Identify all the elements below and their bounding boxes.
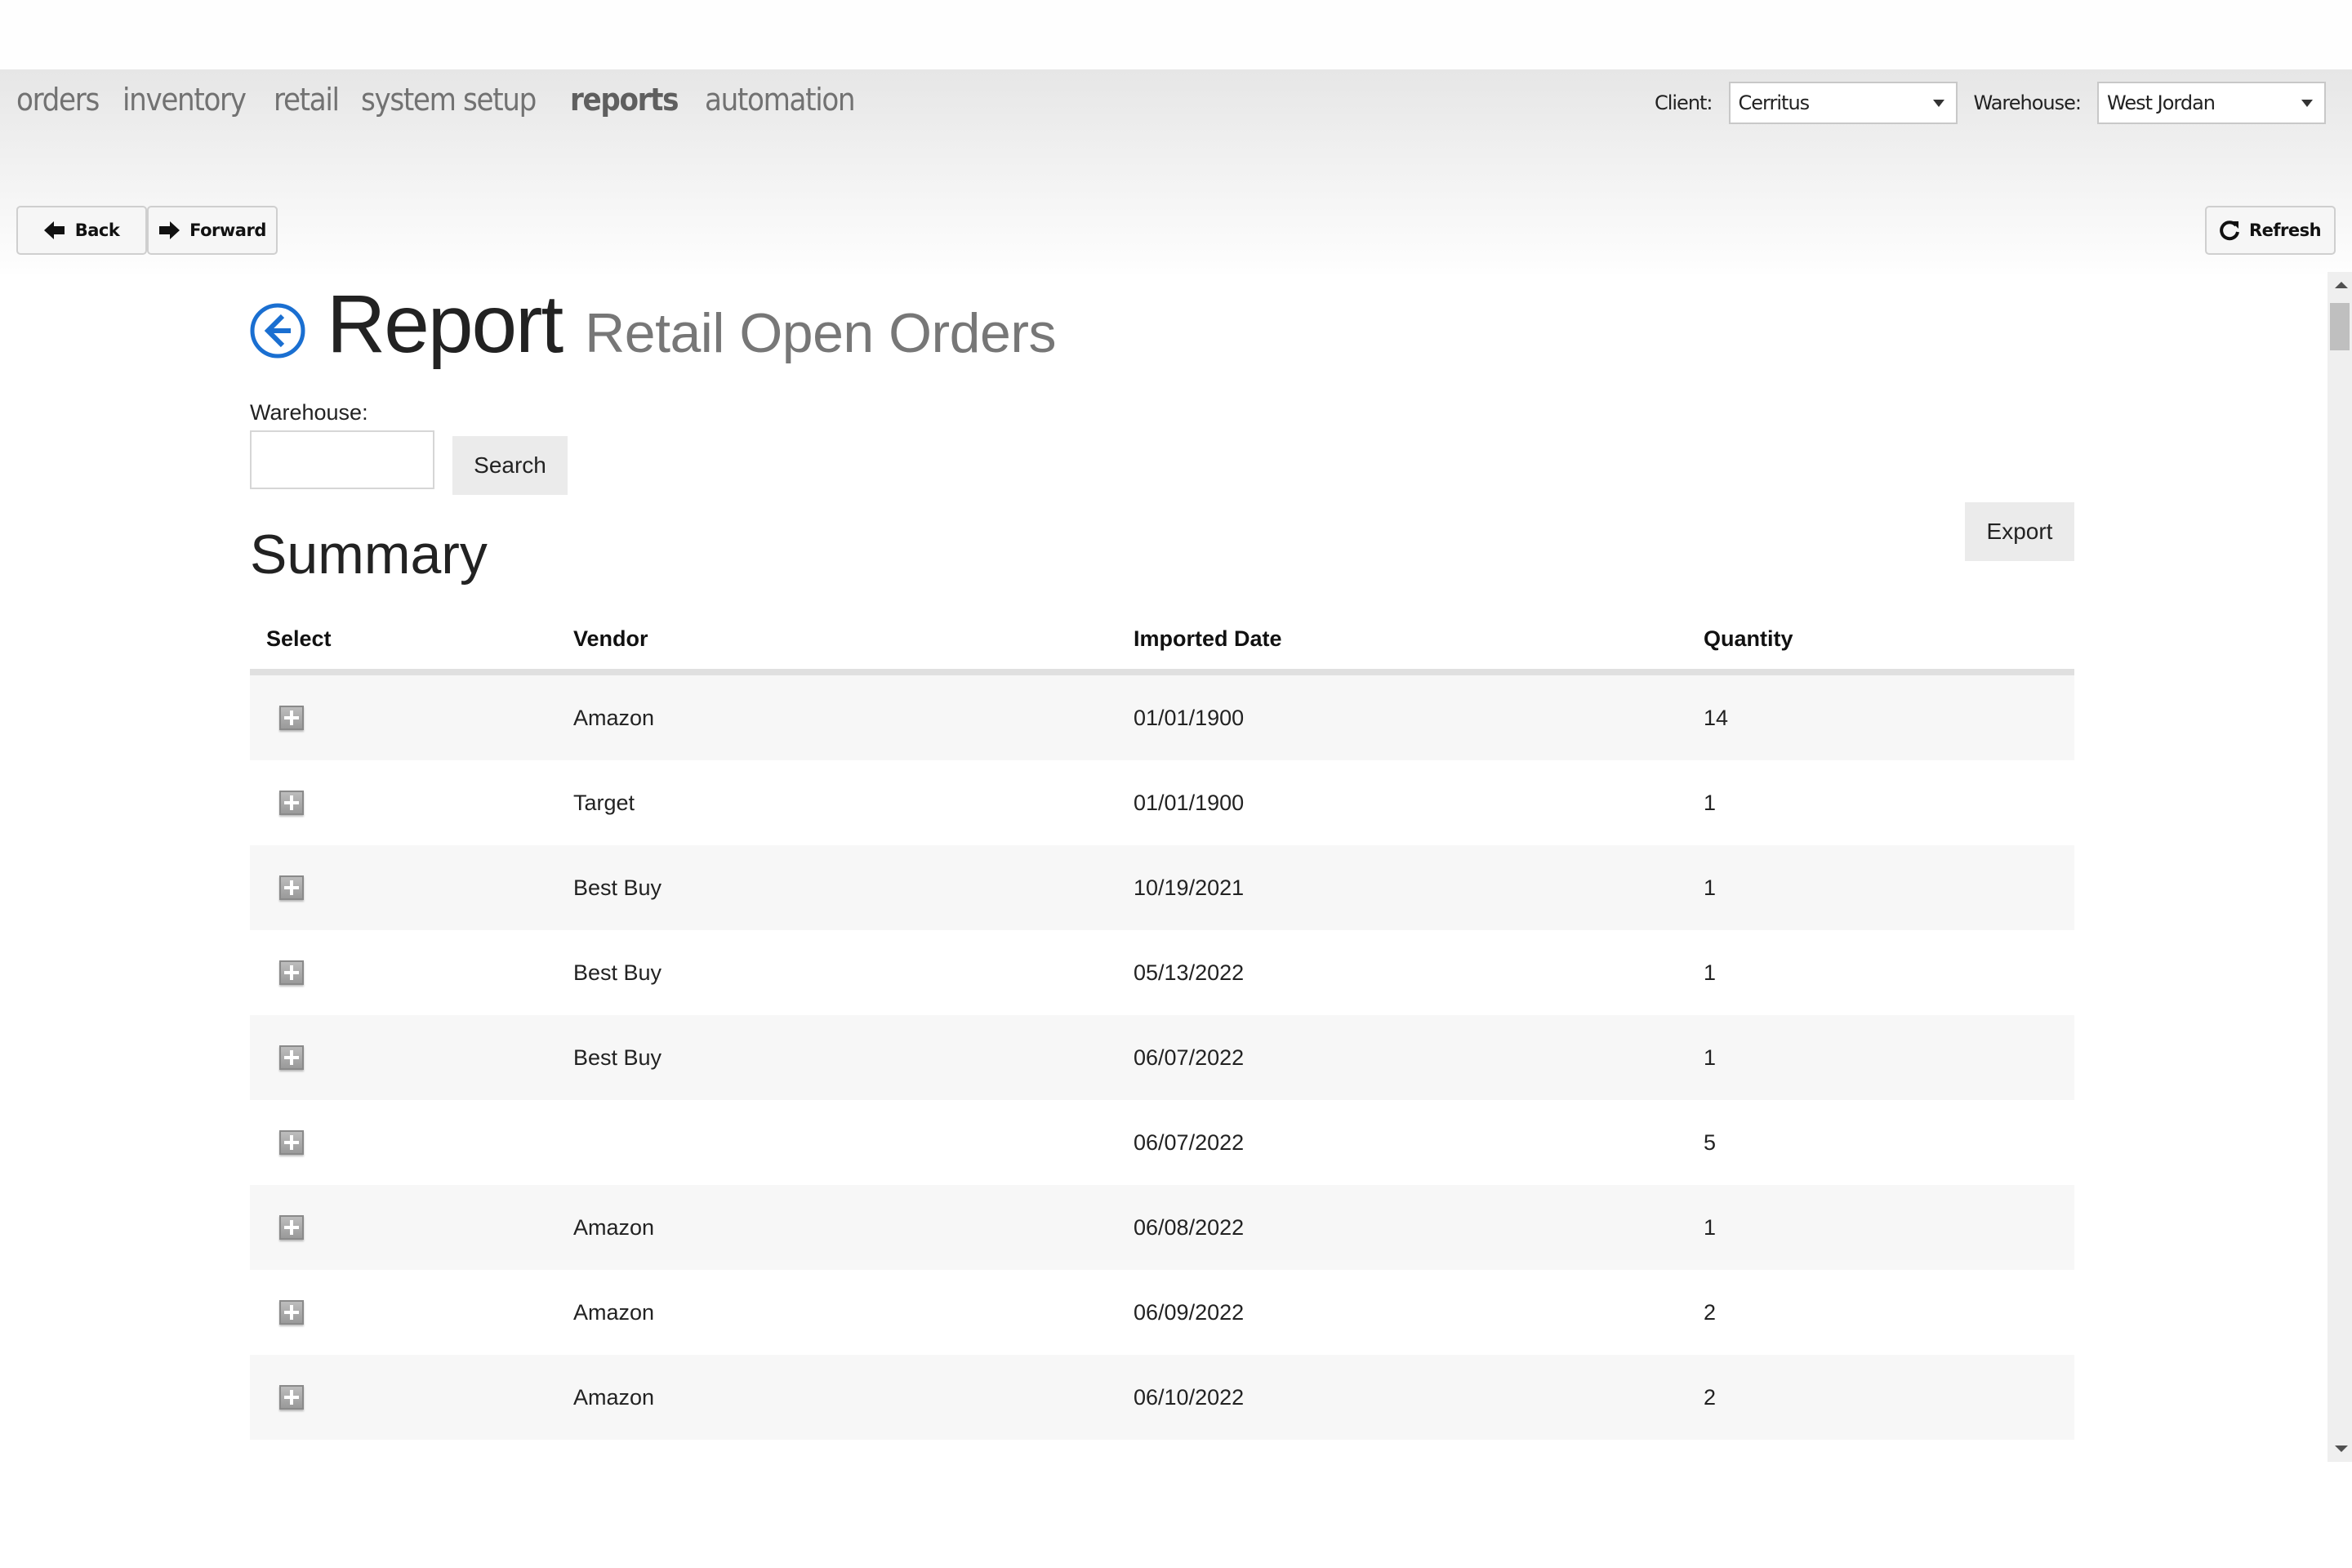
arrow-left-icon — [43, 220, 65, 240]
table-row: Amazon 06/10/2022 2 — [250, 1355, 2074, 1440]
summary-table: Select Vendor Imported Date Quantity Ama… — [250, 608, 2074, 1440]
main-nav: orders inventory retail system setup rep… — [16, 82, 856, 118]
vendor-cell: Amazon — [573, 1299, 655, 1325]
quantity-cell: 1 — [1704, 960, 1717, 985]
imported-date-cell: 06/10/2022 — [1134, 1384, 1245, 1410]
nav-item-system-setup[interactable]: system setup — [361, 82, 537, 118]
chevron-down-icon — [2301, 100, 2313, 107]
column-header-quantity: Quantity — [1704, 626, 1793, 651]
expand-row-icon[interactable] — [279, 1130, 304, 1155]
imported-date-cell: 06/08/2022 — [1134, 1214, 1245, 1240]
arrow-right-icon — [158, 220, 180, 240]
chevron-down-icon — [1932, 100, 1944, 107]
vendor-cell: Best Buy — [573, 960, 662, 985]
table-header: Select Vendor Imported Date Quantity — [250, 608, 2074, 675]
warehouse-select[interactable]: West Jordan — [2097, 82, 2326, 124]
table-row: Amazon 06/09/2022 2 — [250, 1270, 2074, 1355]
forward-button[interactable]: Forward — [147, 206, 278, 255]
expand-row-icon[interactable] — [279, 1045, 304, 1070]
column-header-imported-date: Imported Date — [1134, 626, 1282, 651]
quantity-cell: 14 — [1704, 705, 1729, 730]
column-header-vendor: Vendor — [573, 626, 648, 651]
quantity-cell: 2 — [1704, 1299, 1717, 1325]
expand-row-icon[interactable] — [279, 1215, 304, 1240]
vendor-cell: Best Buy — [573, 1045, 662, 1070]
top-band — [0, 0, 2352, 69]
quantity-cell: 1 — [1704, 1045, 1717, 1070]
warehouse-filter-input[interactable] — [250, 430, 434, 489]
imported-date-cell: 06/07/2022 — [1134, 1129, 1245, 1155]
page-subtitle: Retail Open Orders — [585, 302, 1056, 364]
vendor-cell: Amazon — [573, 1214, 655, 1240]
scroll-down-arrow-icon[interactable] — [2335, 1446, 2348, 1452]
refresh-label: Refresh — [2248, 220, 2322, 240]
table-row: Best Buy 05/13/2022 1 — [250, 930, 2074, 1015]
search-button[interactable]: Search — [452, 436, 568, 495]
expand-row-icon[interactable] — [279, 1300, 304, 1325]
page-title: Report — [327, 278, 564, 370]
section-title: Summary — [250, 523, 488, 586]
vendor-cell: Amazon — [573, 705, 655, 730]
table-row: Best Buy 06/07/2022 1 — [250, 1015, 2074, 1100]
expand-row-icon[interactable] — [279, 791, 304, 815]
client-label: Client: — [1654, 91, 1713, 114]
export-button[interactable]: Export — [1965, 502, 2074, 561]
table-row: Target 01/01/1900 1 — [250, 760, 2074, 845]
vendor-cell: Target — [573, 790, 635, 815]
quantity-cell: 2 — [1704, 1384, 1717, 1410]
expand-row-icon[interactable] — [279, 960, 304, 985]
circle-arrow-left-icon[interactable] — [250, 303, 305, 359]
back-button[interactable]: Back — [16, 206, 147, 255]
vendor-cell: Amazon — [573, 1384, 655, 1410]
table-row: Amazon 06/08/2022 1 — [250, 1185, 2074, 1270]
context-selectors: Client: Cerritus Warehouse: West Jordan — [1655, 82, 2326, 124]
scrollbar-thumb[interactable] — [2330, 303, 2350, 350]
quantity-cell: 1 — [1704, 1214, 1717, 1240]
column-header-select: Select — [266, 626, 332, 651]
nav-item-reports[interactable]: reports — [570, 82, 679, 118]
vendor-cell: Best Buy — [573, 875, 662, 900]
warehouse-select-value: West Jordan — [2107, 91, 2216, 114]
vertical-scrollbar[interactable] — [2328, 272, 2352, 1462]
imported-date-cell: 01/01/1900 — [1134, 790, 1245, 815]
page-title-row: Report Retail Open Orders — [250, 278, 1056, 372]
warehouse-label: Warehouse: — [1973, 91, 2082, 114]
client-select[interactable]: Cerritus — [1728, 82, 1958, 124]
expand-row-icon[interactable] — [279, 706, 304, 730]
table-row: 06/07/2022 5 — [250, 1100, 2074, 1185]
quantity-cell: 1 — [1704, 875, 1717, 900]
expand-row-icon[interactable] — [279, 1385, 304, 1410]
imported-date-cell: 06/07/2022 — [1134, 1045, 1245, 1070]
nav-item-automation[interactable]: automation — [705, 82, 856, 118]
refresh-icon — [2220, 220, 2239, 241]
table-row: Amazon 01/01/1900 14 — [250, 675, 2074, 760]
client-select-value: Cerritus — [1738, 91, 1811, 114]
refresh-button[interactable]: Refresh — [2205, 206, 2336, 255]
table-body: Amazon 01/01/1900 14 Target 01/01/1900 1… — [250, 675, 2074, 1440]
forward-label: Forward — [189, 220, 266, 240]
quantity-cell: 5 — [1704, 1129, 1717, 1155]
back-label: Back — [74, 220, 120, 240]
quantity-cell: 1 — [1704, 790, 1717, 815]
nav-item-retail[interactable]: retail — [274, 82, 340, 118]
nav-item-orders[interactable]: orders — [16, 82, 100, 118]
imported-date-cell: 06/09/2022 — [1134, 1299, 1245, 1325]
imported-date-cell: 01/01/1900 — [1134, 705, 1245, 730]
scroll-up-arrow-icon[interactable] — [2335, 282, 2348, 288]
expand-row-icon[interactable] — [279, 875, 304, 900]
table-row: Best Buy 10/19/2021 1 — [250, 845, 2074, 930]
warehouse-filter-label: Warehouse: — [250, 400, 368, 425]
imported-date-cell: 05/13/2022 — [1134, 960, 1245, 985]
nav-item-inventory[interactable]: inventory — [122, 82, 247, 118]
imported-date-cell: 10/19/2021 — [1134, 875, 1245, 900]
